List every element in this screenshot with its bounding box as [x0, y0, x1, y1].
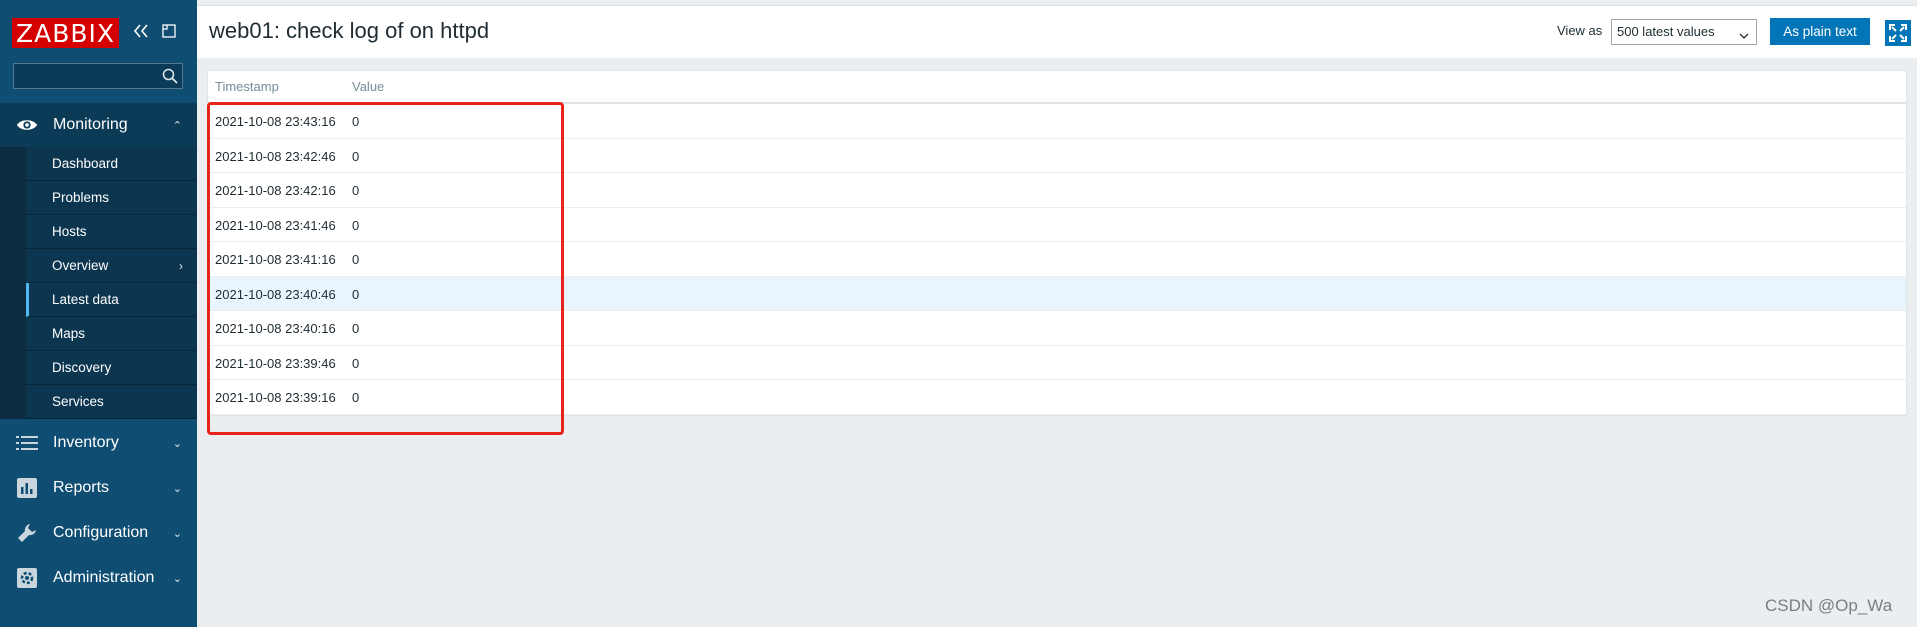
view-as-selected-value: 500 latest values: [1617, 24, 1715, 39]
table-body: 2021-10-08 23:43:16 0 2021-10-08 23:42:46…: [208, 104, 1906, 415]
sidebar-item-problems[interactable]: Problems: [26, 181, 197, 215]
monitoring-submenu: Dashboard Problems Hosts Overview › Lates…: [0, 147, 197, 419]
sidebar-item-dashboard[interactable]: Dashboard: [26, 147, 197, 181]
nav-reports[interactable]: Reports ⌄: [0, 466, 197, 510]
nav-inventory-label: Inventory: [53, 434, 119, 451]
watermark: CSDN @Op_Wa: [1765, 596, 1893, 615]
sidebar-item-hosts[interactable]: Hosts: [26, 215, 197, 249]
cell-timestamp: 2021-10-08 23:41:16: [215, 252, 336, 267]
sidebar-item-label: Hosts: [52, 224, 87, 239]
chevron-down-icon: ⌄: [172, 572, 182, 585]
cell-timestamp: 2021-10-08 23:42:46: [215, 148, 336, 164]
list-icon: [16, 432, 38, 454]
sidebar-item-discovery[interactable]: Discovery: [26, 351, 197, 385]
page-header: web01: check log of on httpd View as 500…: [197, 5, 1917, 58]
eye-icon: [16, 114, 38, 136]
chevron-down-icon: ⌄: [172, 437, 182, 450]
sidebar-item-maps[interactable]: Maps: [26, 317, 197, 351]
table-row: 2021-10-08 23:43:16 0: [208, 104, 1906, 139]
table-row: 2021-10-08 23:42:46 0: [208, 139, 1906, 173]
cell-value: 0: [352, 148, 360, 164]
column-header-value: Value: [352, 79, 385, 94]
table-row: 2021-10-08 23:41:46 0: [208, 208, 1906, 242]
nav-configuration-label: Configuration: [53, 524, 149, 541]
page-title: web01: check log of on httpd: [209, 18, 490, 43]
search-input[interactable]: [14, 64, 154, 88]
fullscreen-icon[interactable]: [1885, 20, 1911, 46]
chevron-down-icon: [1738, 26, 1750, 39]
sidebar-item-overview[interactable]: Overview ›: [26, 249, 197, 283]
cell-timestamp: 2021-10-08 23:42:16: [215, 183, 336, 198]
kiosk-mode-icon[interactable]: [160, 22, 178, 40]
sidebar-item-label: Latest data: [52, 292, 119, 307]
nav-inventory[interactable]: Inventory ⌄: [0, 421, 197, 465]
sidebar-item-label: Problems: [52, 190, 110, 205]
sidebar-item-latest-data[interactable]: Latest data: [26, 283, 197, 317]
nav-administration[interactable]: Administration ⌄: [0, 556, 197, 600]
table-row: 2021-10-08 23:40:46 0: [208, 276, 1906, 311]
as-plain-text-button[interactable]: As plain text: [1770, 18, 1870, 45]
chevron-down-icon: ⌄: [172, 527, 182, 540]
table-row: 2021-10-08 23:39:46 0: [208, 346, 1906, 380]
zabbix-logo[interactable]: ZABBIX: [12, 18, 120, 48]
nav-reports-label: Reports: [53, 479, 110, 496]
cell-timestamp: 2021-10-08 23:39:46: [215, 355, 336, 371]
cell-value: 0: [352, 114, 360, 129]
history-table: Timestamp Value 2021-10-08 23:43:16 0 202…: [207, 70, 1907, 416]
table-row: 2021-10-08 23:41:16 0: [208, 242, 1906, 277]
gear-icon: [16, 567, 38, 589]
nav-administration-label: Administration: [53, 569, 155, 586]
cell-value: 0: [352, 321, 360, 336]
chevron-up-icon: ⌃: [172, 119, 182, 132]
cell-value: 0: [352, 355, 360, 371]
table-row: 2021-10-08 23:39:16 0: [208, 380, 1906, 415]
table-row: 2021-10-08 23:42:16 0: [208, 173, 1906, 208]
column-header-timestamp: Timestamp: [215, 79, 279, 94]
cell-timestamp: 2021-10-08 23:41:46: [215, 217, 336, 233]
sidebar-item-services[interactable]: Services: [26, 385, 197, 419]
sidebar-header: ZABBIX: [0, 0, 197, 63]
sidebar: ZABBIX Monitoring ⌃ Dashboard Problems H…: [0, 0, 197, 627]
view-as-label: View as: [1557, 23, 1603, 38]
cell-value: 0: [352, 390, 360, 405]
nav-monitoring-label: Monitoring: [53, 116, 128, 133]
cell-value: 0: [352, 252, 360, 267]
nav-monitoring[interactable]: Monitoring ⌃: [0, 103, 197, 147]
view-as-select[interactable]: 500 latest values: [1611, 19, 1757, 45]
chevron-down-icon: ⌄: [172, 482, 182, 495]
table-header: Timestamp Value: [208, 71, 1906, 104]
cell-value: 0: [352, 183, 360, 198]
cell-timestamp: 2021-10-08 23:39:16: [215, 390, 336, 405]
cell-timestamp: 2021-10-08 23:43:16: [215, 114, 336, 129]
cell-value: 0: [352, 286, 360, 302]
search-icon[interactable]: [162, 68, 178, 84]
cell-timestamp: 2021-10-08 23:40:46: [215, 286, 336, 302]
wrench-icon: [16, 522, 38, 544]
nav-configuration[interactable]: Configuration ⌄: [0, 511, 197, 555]
table-row: 2021-10-08 23:40:16 0: [208, 311, 1906, 346]
bar-chart-icon: [16, 477, 38, 499]
chevron-right-icon: ›: [179, 258, 183, 273]
sidebar-item-label: Dashboard: [52, 156, 119, 171]
cell-value: 0: [352, 217, 360, 233]
sidebar-item-label: Overview: [52, 258, 109, 273]
cell-timestamp: 2021-10-08 23:40:16: [215, 321, 336, 336]
sidebar-item-label: Maps: [52, 326, 86, 341]
sidebar-item-label: Services: [52, 394, 104, 409]
sidebar-item-label: Discovery: [52, 360, 112, 375]
collapse-sidebar-icon[interactable]: [132, 22, 150, 40]
sidebar-search[interactable]: [13, 63, 183, 89]
